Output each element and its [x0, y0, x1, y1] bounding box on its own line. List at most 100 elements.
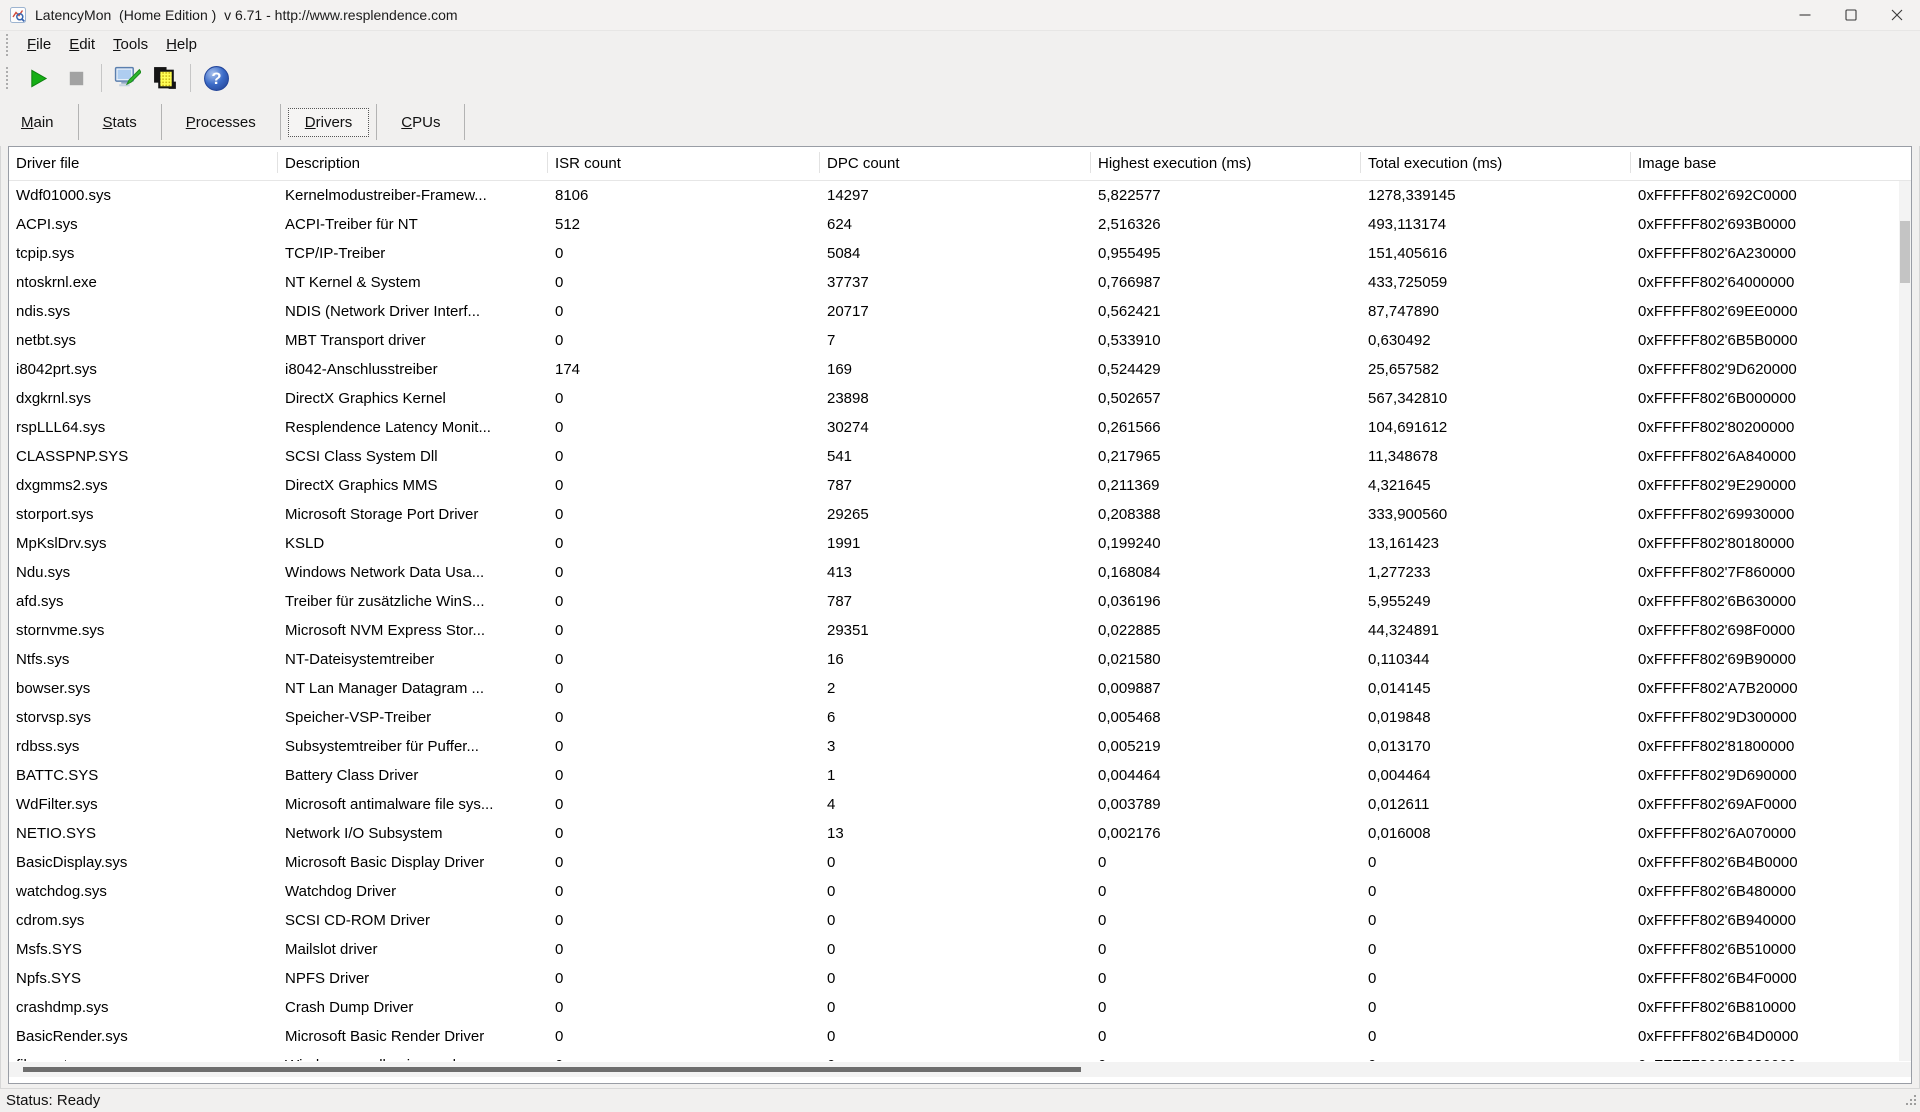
cell-driver-file: cdrom.sys [9, 912, 278, 929]
table-row[interactable]: bowser.sys NT Lan Manager Datagram ... 0… [9, 674, 1899, 703]
cell-driver-file: rspLLL64.sys [9, 419, 278, 436]
stop-monitor-button[interactable] [58, 61, 94, 95]
column-header-driver-file[interactable]: Driver file [9, 147, 278, 180]
table-row[interactable]: CLASSPNP.SYS SCSI Class System Dll 0 541… [9, 442, 1899, 471]
vertical-scrollbar-thumb[interactable] [1900, 221, 1910, 283]
column-header-isr-count[interactable]: ISR count [548, 147, 820, 180]
cell-highest-execution: 0,502657 [1091, 390, 1361, 407]
cell-highest-execution: 0 [1091, 941, 1361, 958]
tab-cpus[interactable]: CPUs [384, 108, 457, 137]
table-row[interactable]: ntoskrnl.exe NT Kernel & System 0 37737 … [9, 268, 1899, 297]
cell-isr-count: 0 [548, 448, 820, 465]
table-row[interactable]: filecrypt.sys Windows sandboxing and e..… [9, 1051, 1899, 1061]
tab-processes[interactable]: Processes [169, 108, 273, 137]
table-row[interactable]: watchdog.sys Watchdog Driver 0 0 0 0 0xF… [9, 877, 1899, 906]
minimize-button[interactable] [1782, 0, 1828, 30]
cell-driver-file: WdFilter.sys [9, 796, 278, 813]
table-row[interactable]: ACPI.sys ACPI-Treiber für NT 512 624 2,5… [9, 210, 1899, 239]
table-row[interactable]: storvsp.sys Speicher-VSP-Treiber 0 6 0,0… [9, 703, 1899, 732]
cell-description: Microsoft antimalware file sys... [278, 796, 548, 813]
cell-dpc-count: 30274 [820, 419, 1091, 436]
cell-highest-execution: 0,005468 [1091, 709, 1361, 726]
table-row[interactable]: netbt.sys MBT Transport driver 0 7 0,533… [9, 326, 1899, 355]
table-row[interactable]: cdrom.sys SCSI CD-ROM Driver 0 0 0 0 0xF… [9, 906, 1899, 935]
tab-main[interactable]: Main [4, 108, 71, 137]
menubar-gripper[interactable] [6, 34, 11, 56]
cell-driver-file: watchdog.sys [9, 883, 278, 900]
cell-total-execution: 13,161423 [1361, 535, 1631, 552]
table-row[interactable]: rspLLL64.sys Resplendence Latency Monit.… [9, 413, 1899, 442]
cell-isr-count: 0 [548, 274, 820, 291]
menu-tools[interactable]: Tools [104, 34, 157, 55]
cell-highest-execution: 0 [1091, 970, 1361, 987]
cell-image-base: 0xFFFFF802'69930000 [1631, 506, 1899, 523]
table-row[interactable]: Npfs.SYS NPFS Driver 0 0 0 0 0xFFFFF802'… [9, 964, 1899, 993]
table-row[interactable]: crashdmp.sys Crash Dump Driver 0 0 0 0 0… [9, 993, 1899, 1022]
play-icon [27, 67, 50, 90]
menu-help[interactable]: Help [157, 34, 206, 55]
table-row[interactable]: tcpip.sys TCP/IP-Treiber 0 5084 0,955495… [9, 239, 1899, 268]
cell-driver-file: bowser.sys [9, 680, 278, 697]
cell-isr-count: 0 [548, 970, 820, 987]
cell-total-execution: 0,110344 [1361, 651, 1631, 668]
cell-isr-count: 0 [548, 622, 820, 639]
column-header-highest-execution[interactable]: Highest execution (ms) [1091, 147, 1361, 180]
cell-driver-file: Npfs.SYS [9, 970, 278, 987]
cell-description: SCSI Class System Dll [278, 448, 548, 465]
column-header-description[interactable]: Description [278, 147, 548, 180]
cell-total-execution: 0 [1361, 970, 1631, 987]
menu-file[interactable]: File [18, 34, 60, 55]
cell-highest-execution: 5,822577 [1091, 187, 1361, 204]
copy-report-button[interactable] [147, 61, 183, 95]
column-header-total-execution[interactable]: Total execution (ms) [1361, 147, 1631, 180]
table-row[interactable]: ndis.sys NDIS (Network Driver Interf... … [9, 297, 1899, 326]
cell-description: SCSI CD-ROM Driver [278, 912, 548, 929]
table-row[interactable]: BATTC.SYS Battery Class Driver 0 1 0,004… [9, 761, 1899, 790]
table-row[interactable]: Ntfs.sys NT-Dateisystemtreiber 0 16 0,02… [9, 645, 1899, 674]
options-button[interactable] [109, 61, 145, 95]
cell-dpc-count: 4 [820, 796, 1091, 813]
table-row[interactable]: dxgmms2.sys DirectX Graphics MMS 0 787 0… [9, 471, 1899, 500]
close-button[interactable] [1874, 0, 1920, 30]
tab-drivers[interactable]: Drivers [288, 108, 370, 137]
table-row[interactable]: afd.sys Treiber für zusätzliche WinS... … [9, 587, 1899, 616]
cell-total-execution: 4,321645 [1361, 477, 1631, 494]
cell-total-execution: 0 [1361, 854, 1631, 871]
resize-grip[interactable] [1904, 1093, 1917, 1110]
table-row[interactable]: i8042prt.sys i8042-Anschlusstreiber 174 … [9, 355, 1899, 384]
cell-dpc-count: 0 [820, 1028, 1091, 1045]
horizontal-scrollbar-thumb[interactable] [23, 1067, 1081, 1072]
table-row[interactable]: rdbss.sys Subsystemtreiber für Puffer...… [9, 732, 1899, 761]
column-header-dpc-count[interactable]: DPC count [820, 147, 1091, 180]
table-row[interactable]: NETIO.SYS Network I/O Subsystem 0 13 0,0… [9, 819, 1899, 848]
column-header-image-base[interactable]: Image base [1631, 147, 1911, 180]
horizontal-scrollbar[interactable] [9, 1062, 1911, 1077]
tab-stats[interactable]: Stats [86, 108, 154, 137]
table-row[interactable]: dxgkrnl.sys DirectX Graphics Kernel 0 23… [9, 384, 1899, 413]
maximize-button[interactable] [1828, 0, 1874, 30]
cell-dpc-count: 16 [820, 651, 1091, 668]
cell-image-base: 0xFFFFF802'9D690000 [1631, 767, 1899, 784]
table-row[interactable]: storport.sys Microsoft Storage Port Driv… [9, 500, 1899, 529]
help-button[interactable]: ? [198, 61, 234, 95]
vertical-scrollbar[interactable] [1899, 181, 1911, 1061]
table-row[interactable]: BasicRender.sys Microsoft Basic Render D… [9, 1022, 1899, 1051]
table-row[interactable]: Ndu.sys Windows Network Data Usa... 0 41… [9, 558, 1899, 587]
status-text: Status: Ready [6, 1092, 100, 1109]
table-row[interactable]: WdFilter.sys Microsoft antimalware file … [9, 790, 1899, 819]
menu-edit[interactable]: Edit [60, 34, 104, 55]
toolbar-gripper[interactable] [6, 67, 11, 89]
cell-total-execution: 0 [1361, 1057, 1631, 1061]
cell-isr-count: 0 [548, 709, 820, 726]
start-monitor-button[interactable] [20, 61, 56, 95]
stop-icon [65, 67, 88, 90]
latencymon-window: LatencyMon (Home Edition ) v 6.71 - http… [0, 0, 1920, 1112]
cell-driver-file: i8042prt.sys [9, 361, 278, 378]
table-row[interactable]: BasicDisplay.sys Microsoft Basic Display… [9, 848, 1899, 877]
cell-description: NDIS (Network Driver Interf... [278, 303, 548, 320]
table-row[interactable]: Wdf01000.sys Kernelmodustreiber-Framew..… [9, 181, 1899, 210]
tab-separator [376, 104, 377, 140]
table-row[interactable]: MpKslDrv.sys KSLD 0 1991 0,199240 13,161… [9, 529, 1899, 558]
table-row[interactable]: Msfs.SYS Mailslot driver 0 0 0 0 0xFFFFF… [9, 935, 1899, 964]
table-row[interactable]: stornvme.sys Microsoft NVM Express Stor.… [9, 616, 1899, 645]
